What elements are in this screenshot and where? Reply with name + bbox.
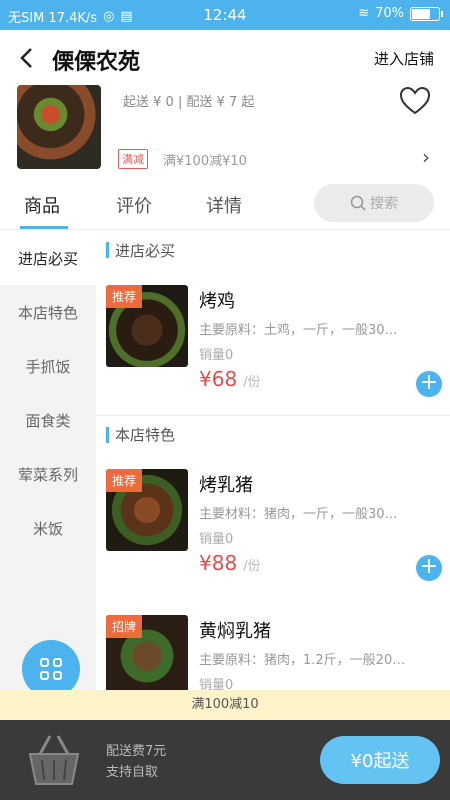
enter-shop-button[interactable]: 进入店铺: [374, 48, 434, 69]
product-name: 烤乳猪: [199, 475, 253, 496]
back-button[interactable]: [16, 46, 38, 70]
price-value: ¥88: [199, 551, 238, 575]
basket-icon: [28, 735, 80, 785]
shop-image: [17, 85, 101, 169]
status-bar: 无SIM 17.4K/s ◎ ▤ 12:44 ≋ 70%: [0, 0, 450, 30]
app-header: 傈傈农苑 进入店铺: [0, 30, 450, 85]
sidebar-item-noodles[interactable]: 面食类: [0, 393, 96, 447]
product-sales: 销量0: [199, 532, 234, 547]
sidebar-item-meat-dishes[interactable]: 荤菜系列: [0, 447, 96, 501]
section-title: 进店必买: [96, 231, 450, 269]
cart-button[interactable]: [22, 726, 82, 786]
pickup-info: 支持自取: [106, 765, 159, 780]
add-to-cart-button[interactable]: +: [416, 555, 442, 581]
checkout-button[interactable]: ¥0起送: [320, 736, 440, 784]
product-image: 推荐: [106, 469, 188, 551]
sidebar-item-specialty[interactable]: 本店特色: [0, 285, 96, 339]
tab-indicator: [20, 226, 68, 229]
battery-percent: 70%: [375, 6, 404, 21]
heart-icon: [399, 86, 431, 115]
favorite-button[interactable]: [399, 86, 431, 123]
discount-banner: 满100减10: [0, 690, 450, 720]
promo-text: 满¥100减¥10: [163, 154, 247, 169]
delivery-info: 起送 ¥ 0 | 配送 ¥ 7 起: [123, 95, 255, 110]
search-input[interactable]: 搜索: [314, 184, 434, 222]
search-icon: [350, 195, 366, 211]
product-sales: 销量0: [199, 678, 234, 691]
product-sales: 销量0: [199, 348, 234, 363]
grid-icon: [40, 658, 62, 680]
list-item[interactable]: 推荐 烤鸡 主要原料：土鸡，一斤，一般30… 销量0 ¥68/份 +: [96, 269, 450, 415]
tab-products[interactable]: 商品: [24, 192, 60, 218]
cart-bar: 配送费7元 支持自取 ¥0起送: [0, 720, 450, 800]
shop-title: 傈傈农苑: [52, 50, 141, 75]
sidebar-item-must-buy[interactable]: 进店必买: [0, 231, 96, 285]
category-sidebar: 进店必买 本店特色 手抓饭 面食类 荤菜系列 米饭: [0, 231, 96, 691]
list-item[interactable]: 招牌 黄焖乳猪 主要原料：猪肉，1.2斤，一般20… 销量0: [96, 599, 450, 691]
shop-info: 起送 ¥ 0 | 配送 ¥ 7 起 满减 满¥100减¥10 ›: [0, 85, 450, 180]
product-name: 烤鸡: [199, 291, 235, 312]
plus-icon: +: [419, 554, 439, 579]
shipping-fee: 配送费7元: [106, 744, 167, 759]
sidebar-item-rice[interactable]: 米饭: [0, 501, 96, 555]
plus-icon: +: [419, 370, 439, 395]
tab-bar: 商品 评价 详情 搜索: [0, 180, 450, 230]
sidebar-item-pilaf[interactable]: 手抓饭: [0, 339, 96, 393]
product-image: 推荐: [106, 285, 188, 367]
promo-badge: 满减: [118, 149, 148, 169]
tab-details[interactable]: 详情: [206, 192, 242, 218]
price-value: ¥68: [199, 367, 238, 391]
signature-tag: 招牌: [106, 615, 143, 638]
product-image: 招牌: [106, 615, 188, 691]
product-price: ¥68/份: [199, 367, 261, 391]
battery-icon: [410, 6, 443, 21]
wifi-icon: ≋: [358, 6, 370, 21]
add-to-cart-button[interactable]: +: [416, 371, 442, 397]
chevron-left-icon: [20, 48, 32, 68]
price-unit: /份: [243, 375, 261, 390]
list-item[interactable]: 推荐 烤乳猪 主要材料：猪肉，一斤，一般30… 销量0 ¥88/份 +: [96, 453, 450, 599]
price-unit: /份: [243, 559, 261, 574]
product-name: 黄焖乳猪: [199, 621, 271, 642]
product-desc: 主要原料：猪肉，1.2斤，一般20…: [199, 653, 406, 668]
product-desc: 主要原料：土鸡，一斤，一般30…: [199, 323, 398, 338]
section-title: 本店特色: [96, 415, 450, 453]
product-price: ¥88/份: [199, 551, 261, 575]
tab-reviews[interactable]: 评价: [116, 192, 152, 218]
recommend-tag: 推荐: [106, 469, 143, 492]
chevron-right-icon[interactable]: ›: [422, 145, 430, 169]
recommend-tag: 推荐: [106, 285, 143, 308]
product-desc: 主要材料：猪肉，一斤，一般30…: [199, 507, 398, 522]
search-placeholder: 搜索: [370, 196, 398, 212]
product-list: 进店必买 推荐 烤鸡 主要原料：土鸡，一斤，一般30… 销量0 ¥68/份 + …: [96, 231, 450, 691]
